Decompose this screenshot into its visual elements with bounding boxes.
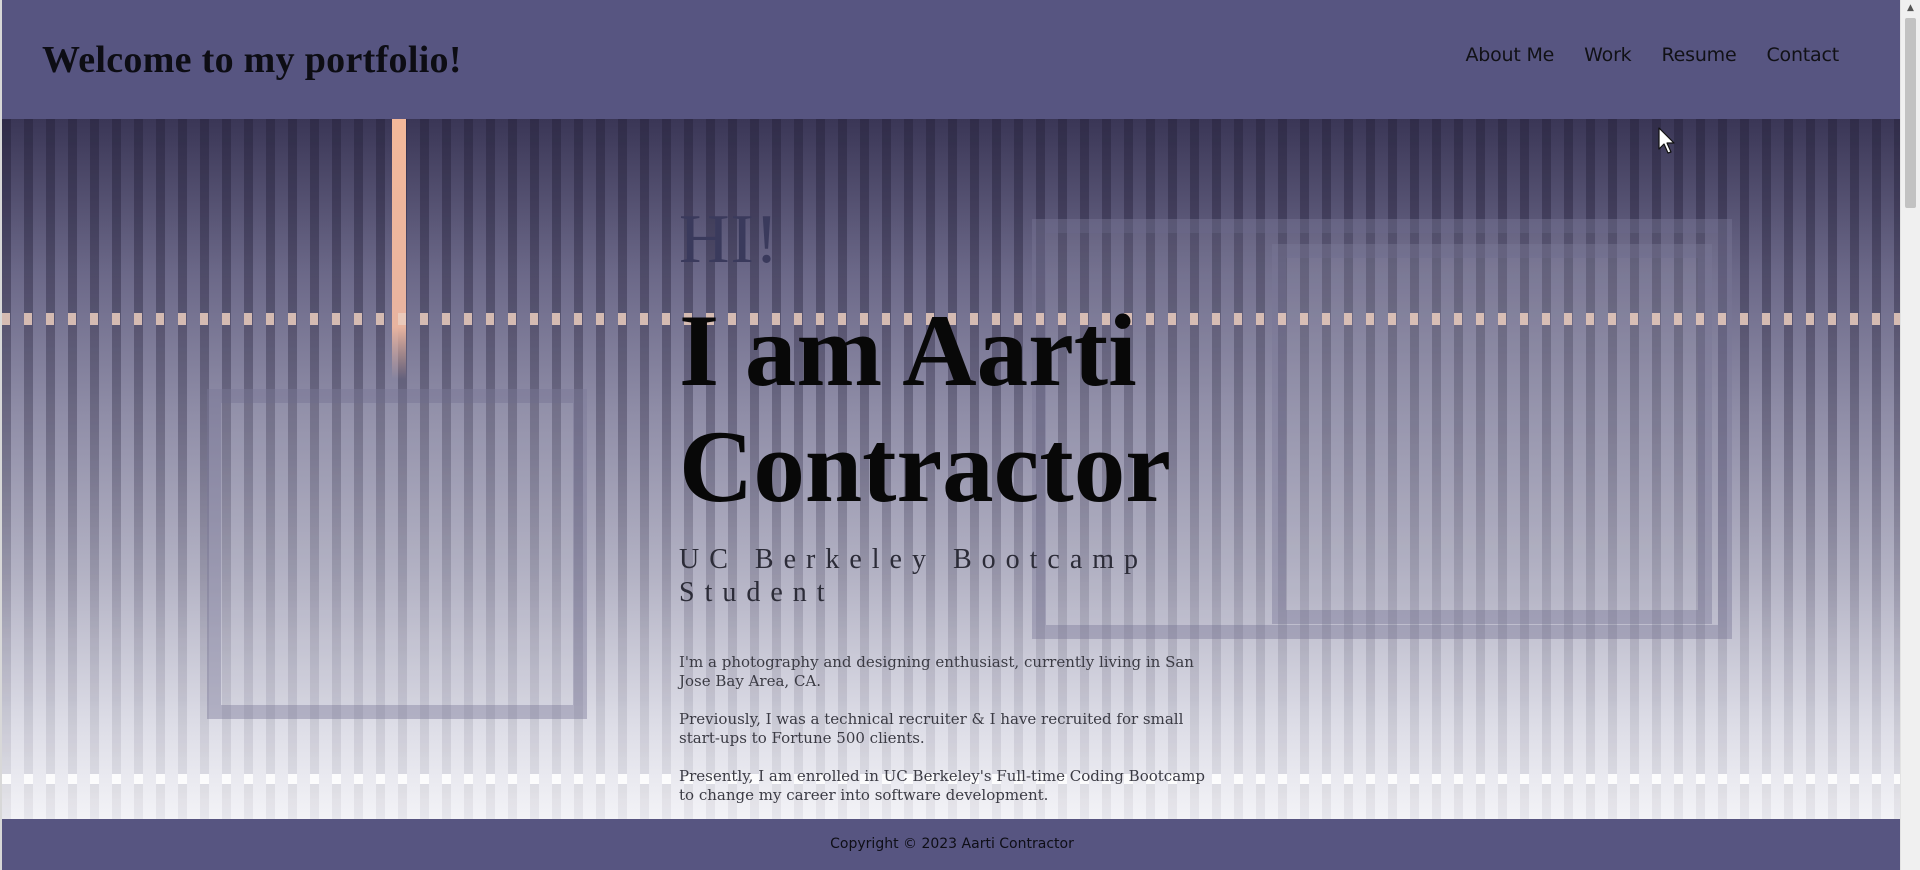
hero-content: HI! I am Aarti Contractor UC Berkeley Bo… (679, 205, 1239, 819)
site-header: Welcome to my portfolio! About Me Work R… (2, 0, 1900, 119)
nav-link-about-me[interactable]: About Me (1465, 44, 1554, 66)
scrollbar-thumb[interactable] (1905, 18, 1916, 208)
background-panel (1272, 244, 1712, 624)
bio-paragraph: Previously, I was a technical recruiter … (679, 710, 1184, 747)
background-panel (207, 389, 587, 719)
hero-bio: I'm a photography and designing enthusia… (679, 653, 1239, 805)
nav-link-contact[interactable]: Contact (1766, 44, 1839, 66)
hero-role: UC Berkeley Bootcamp Student (679, 544, 1149, 608)
hero-greeting: HI! (679, 201, 780, 278)
page: Welcome to my portfolio! About Me Work R… (0, 0, 1900, 870)
scroll-up-arrow-icon[interactable]: ▲ (1901, 0, 1920, 17)
site-title: Welcome to my portfolio! (42, 39, 462, 81)
footer-copyright: Copyright © 2023 Aarti Contractor (830, 835, 1074, 852)
nav-link-resume[interactable]: Resume (1661, 44, 1736, 66)
mouse-pointer-icon (1658, 127, 1675, 154)
main-nav: About Me Work Resume Contact (1465, 44, 1839, 66)
background-light-post (392, 119, 406, 379)
bio-paragraph: I'm a photography and designing enthusia… (679, 653, 1194, 690)
site-footer: Copyright © 2023 Aarti Contractor (2, 819, 1900, 870)
nav-link-work[interactable]: Work (1584, 44, 1632, 66)
vertical-scrollbar[interactable]: ▲ (1900, 0, 1920, 870)
bio-paragraph: Presently, I am enrolled in UC Berkeley'… (679, 767, 1205, 804)
hero-name-heading: I am Aarti Contractor (679, 294, 1171, 524)
hero-section: HI! I am Aarti Contractor UC Berkeley Bo… (2, 119, 1900, 819)
